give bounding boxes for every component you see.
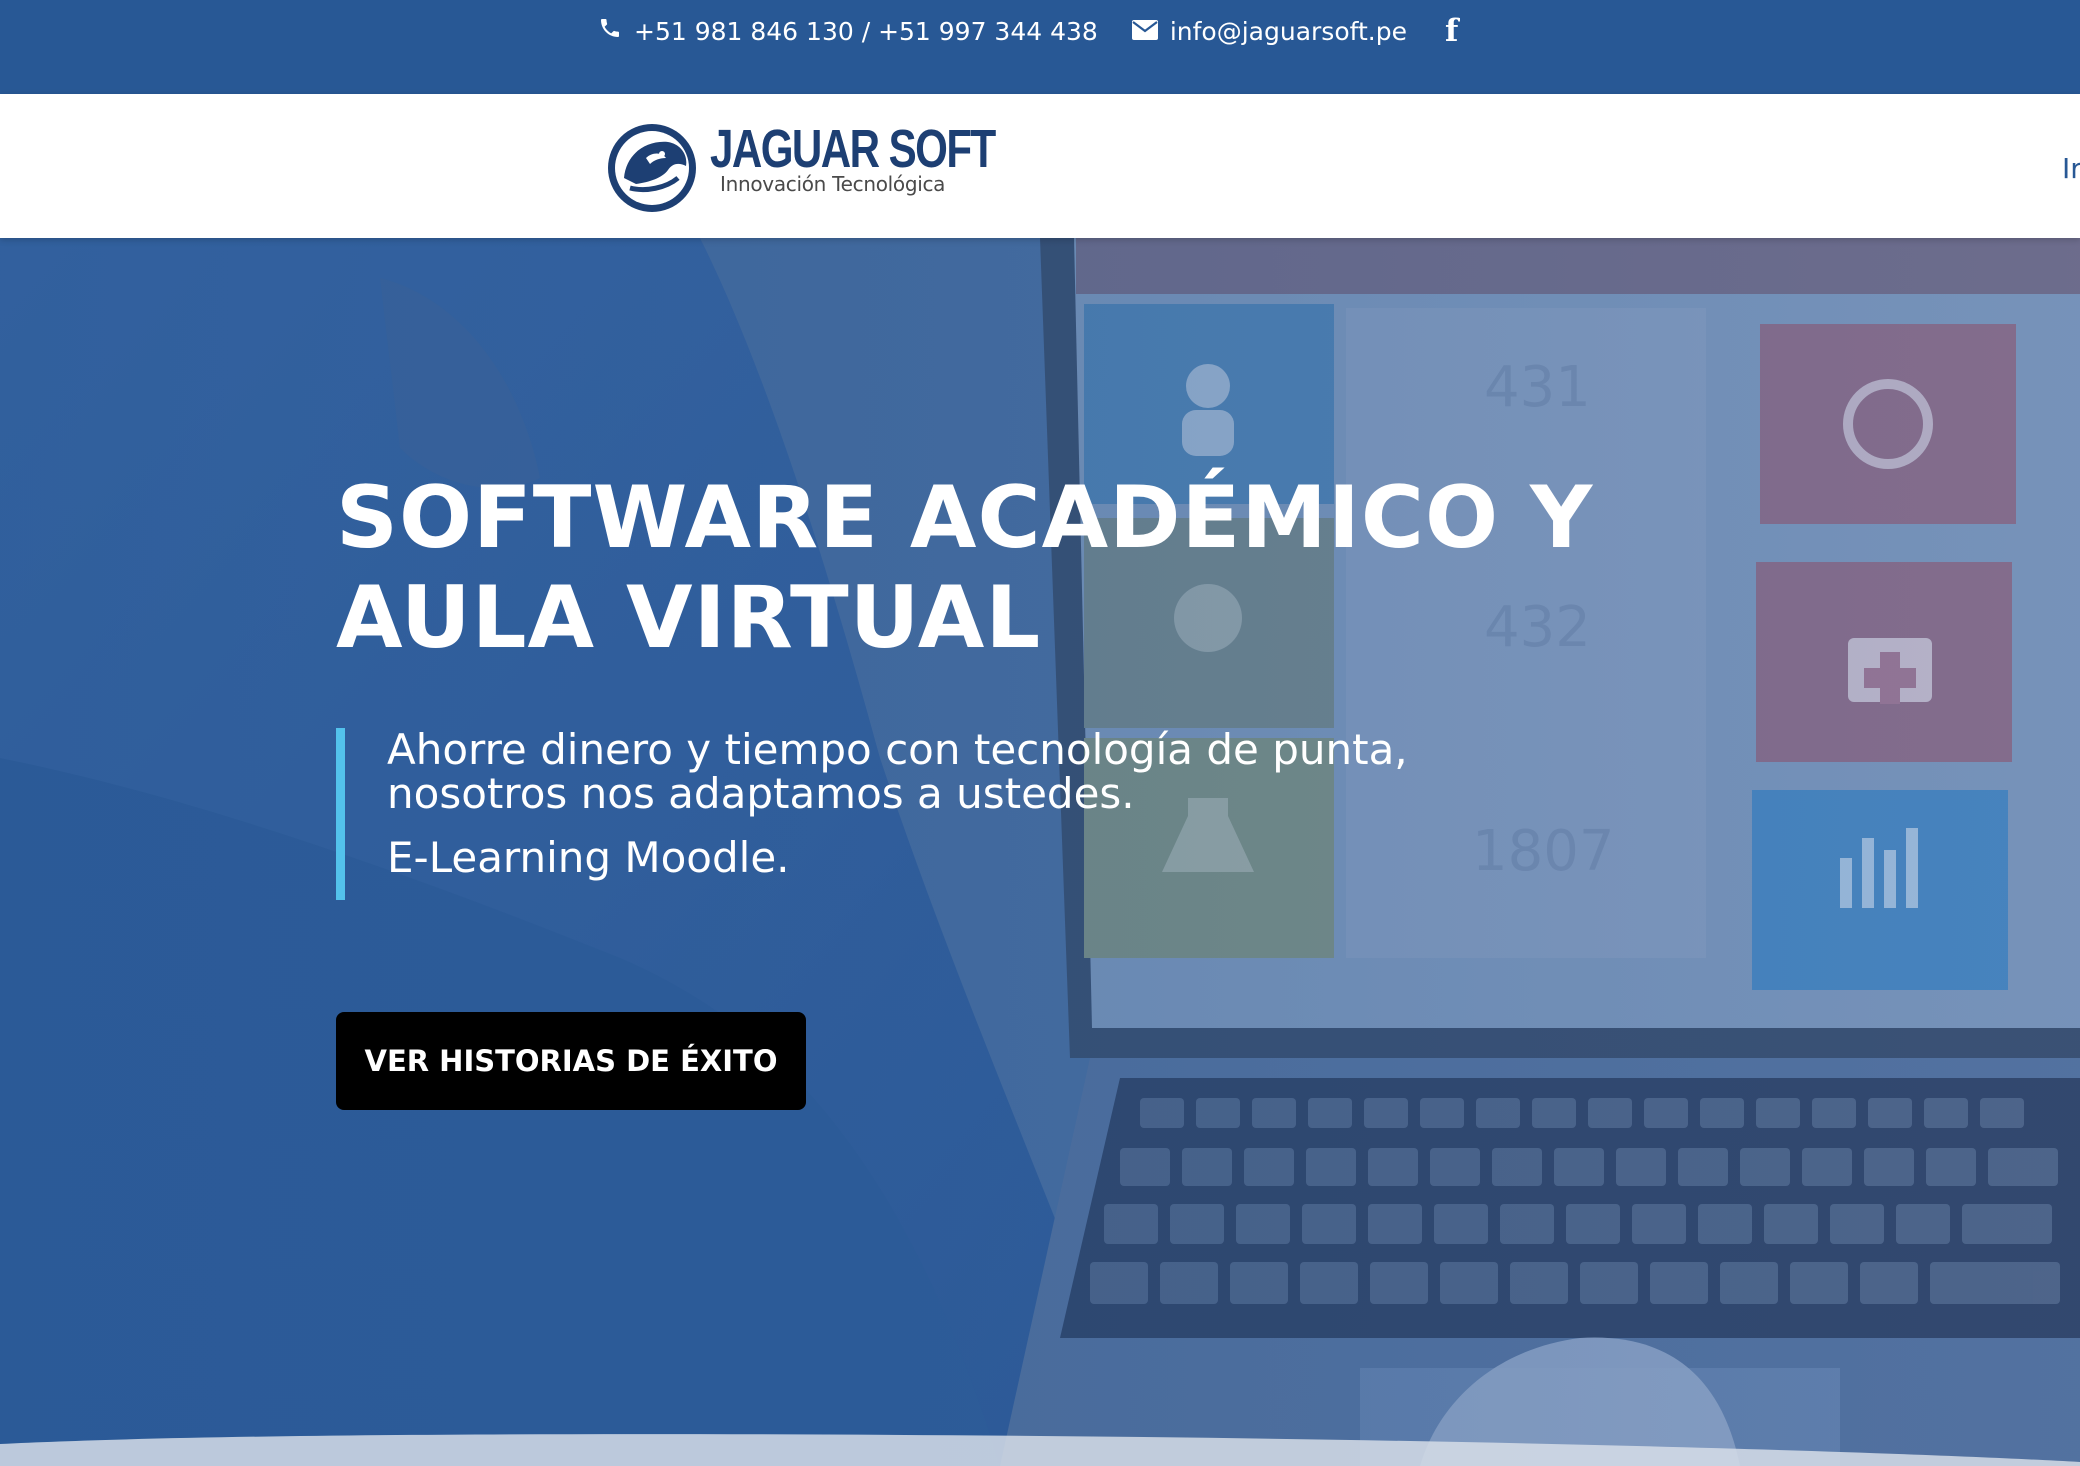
contact-info: +51 981 846 130 / +51 997 344 438 info@j… <box>598 0 1458 62</box>
site-header: JAGUAR SOFT Innovación Tecnológica Ir <box>0 94 2080 238</box>
hero-title-line-1: SOFTWARE ACADÉMICO Y <box>336 468 1594 568</box>
logo-title: JAGUAR SOFT <box>710 119 996 179</box>
hero-subtitle-moodle: E-Learning Moodle. <box>387 833 790 882</box>
hero-section: 431 432 1807 <box>0 238 2080 1466</box>
logo-subtitle: Innovación Tecnológica <box>720 172 946 196</box>
hero-bottom-divider <box>0 1434 2080 1466</box>
jaguar-soft-logo[interactable]: JAGUAR SOFT Innovación Tecnológica <box>606 118 996 214</box>
phone-contact[interactable]: +51 981 846 130 / +51 997 344 438 <box>598 16 1098 46</box>
success-stories-button[interactable]: VER HISTORIAS DE ÉXITO <box>336 1012 806 1110</box>
jaguar-emblem-icon <box>608 124 696 212</box>
facebook-icon[interactable]: f <box>1445 13 1458 49</box>
top-contact-bar: +51 981 846 130 / +51 997 344 438 info@j… <box>0 0 2080 94</box>
mail-icon <box>1131 17 1158 46</box>
email-contact[interactable]: info@jaguarsoft.pe <box>1131 17 1407 46</box>
hero-title: SOFTWARE ACADÉMICO Y AULA VIRTUAL <box>336 468 1636 668</box>
hero-title-line-2: AULA VIRTUAL <box>336 568 1042 668</box>
email-address[interactable]: info@jaguarsoft.pe <box>1170 17 1407 46</box>
phone-icon <box>598 16 622 46</box>
hero-subtitle: Ahorre dinero y tiempo con tecnología de… <box>387 725 1408 818</box>
hero-subtitle-block: Ahorre dinero y tiempo con tecnología de… <box>336 728 1536 900</box>
phone-numbers[interactable]: +51 981 846 130 / +51 997 344 438 <box>634 17 1098 46</box>
nav-item-cut-off[interactable]: Ir <box>2062 152 2080 185</box>
